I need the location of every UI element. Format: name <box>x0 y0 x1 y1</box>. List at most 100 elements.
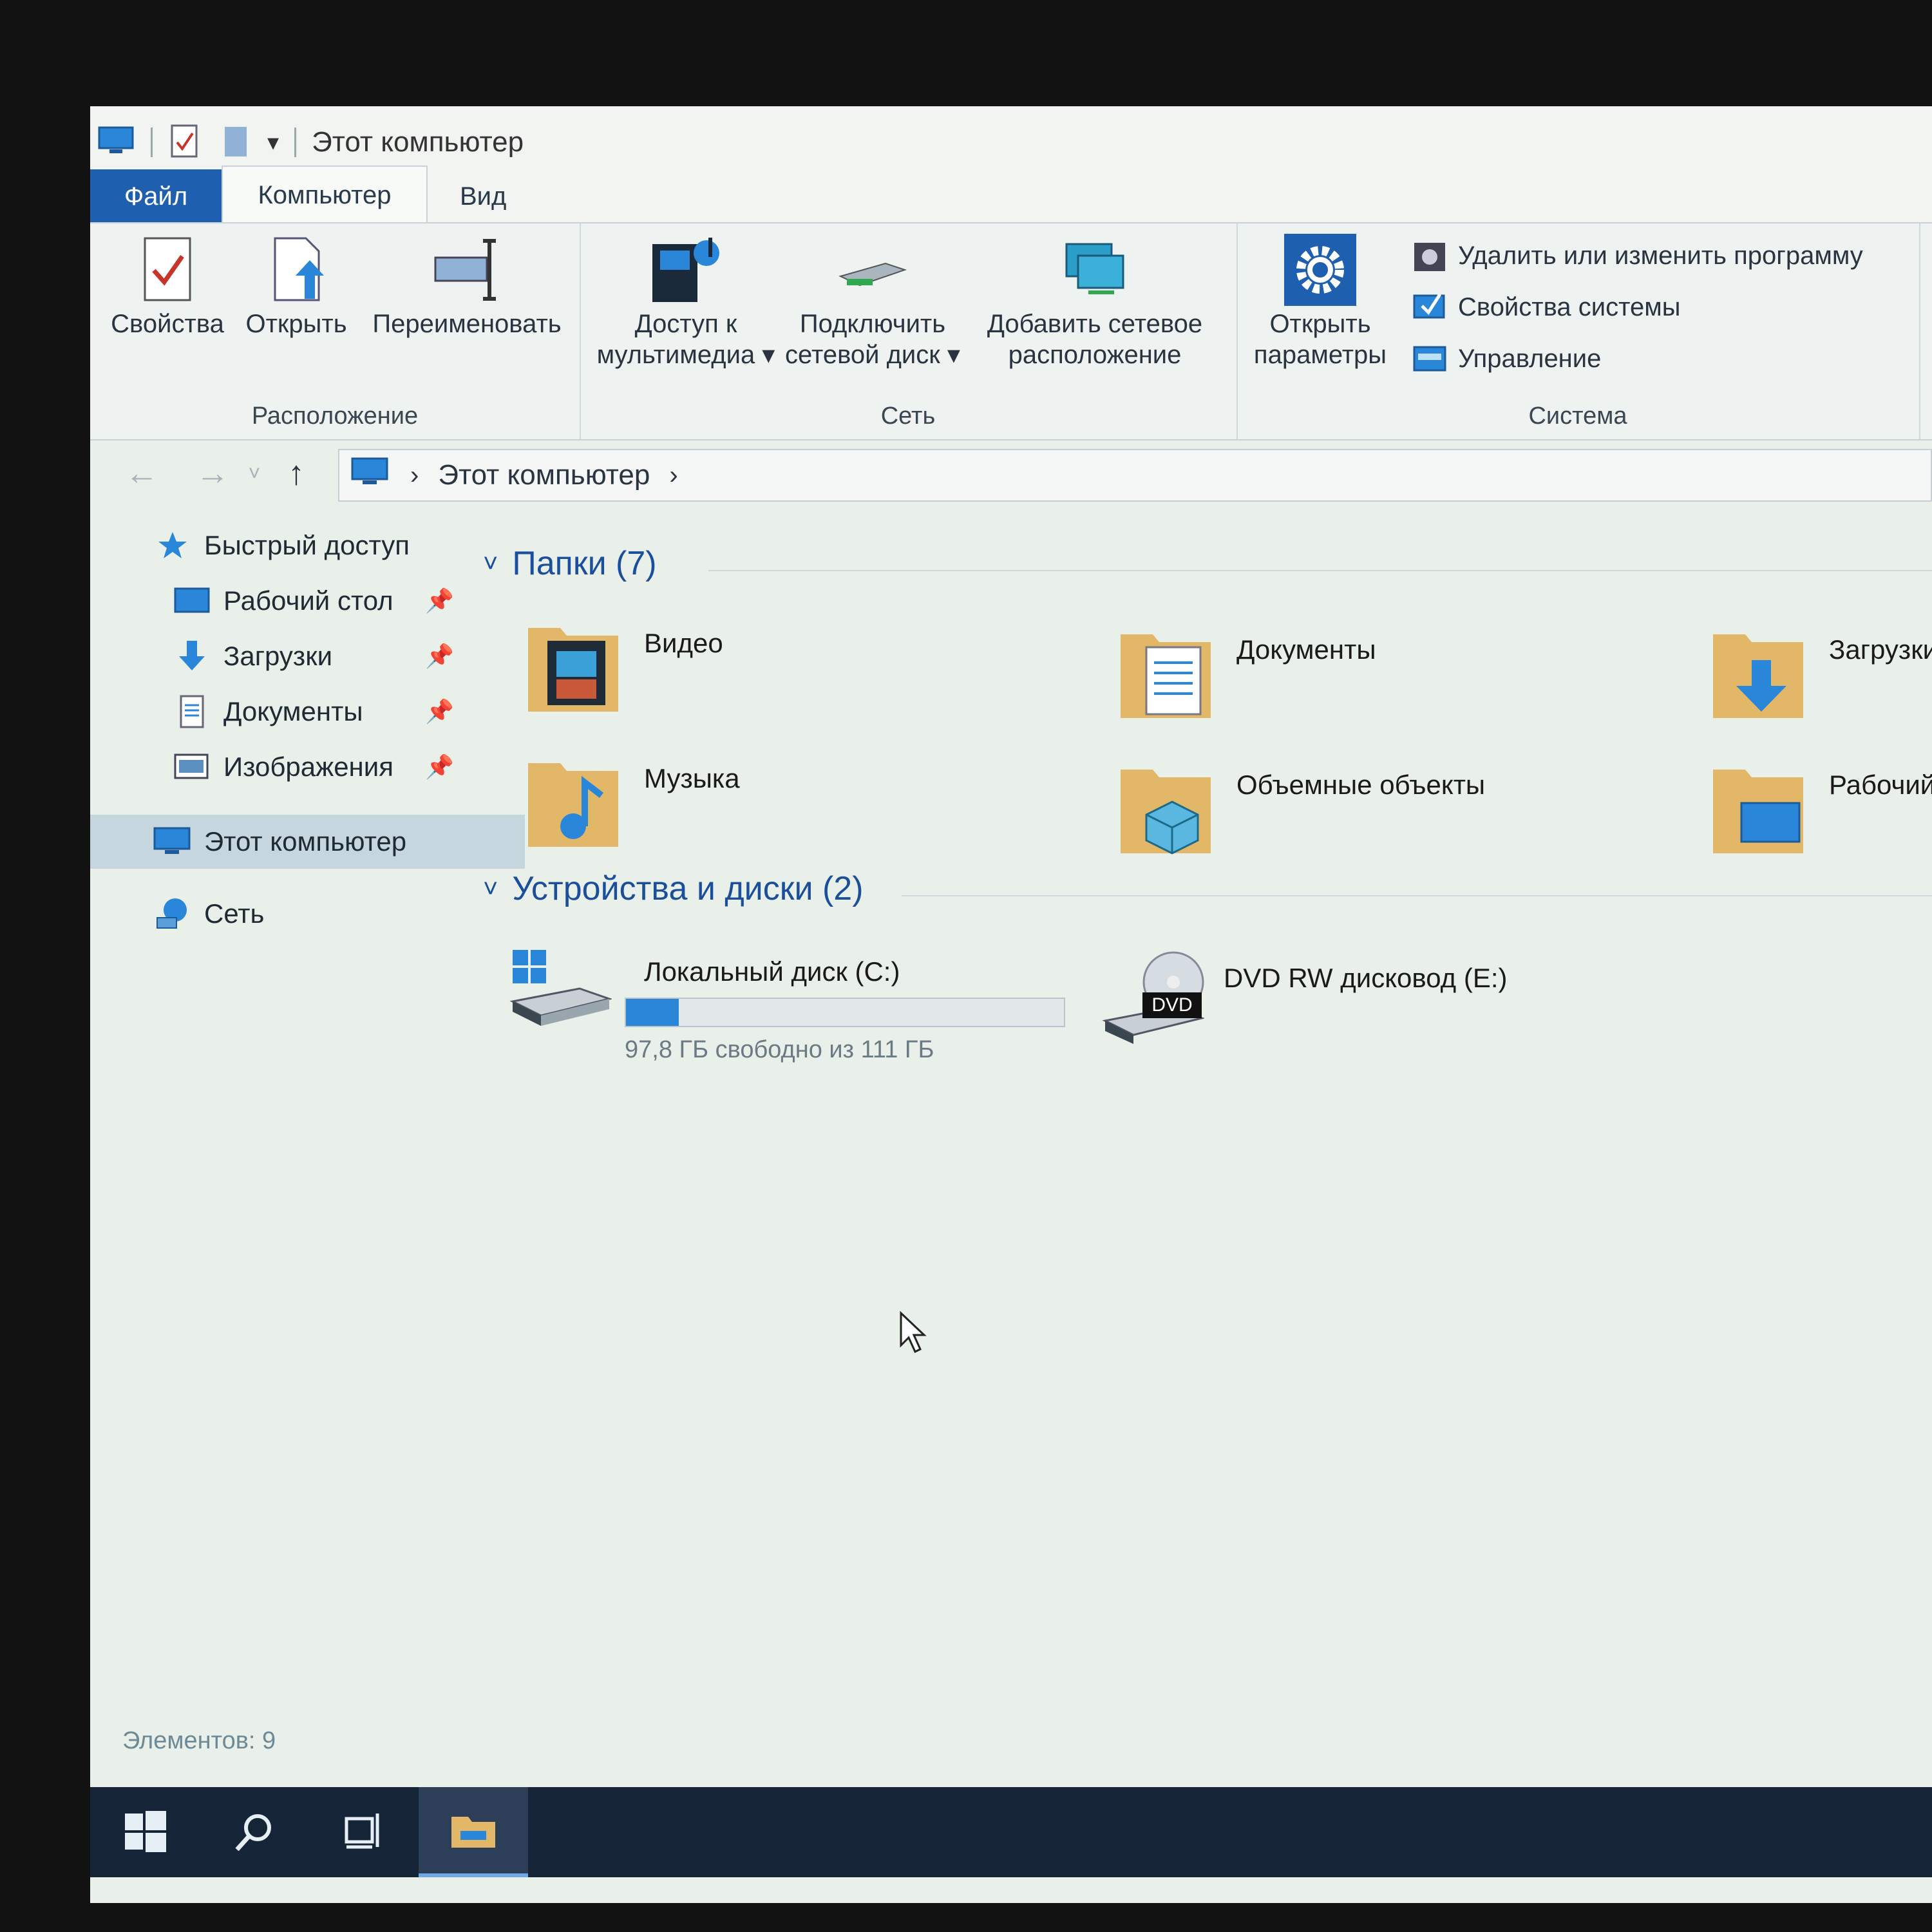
group-label-location: Расположение <box>251 402 419 430</box>
media-server-icon <box>647 231 724 308</box>
mouse-cursor-icon <box>898 1311 931 1359</box>
ribbon-tabs: Файл Компьютер Вид <box>90 166 1932 223</box>
file-explorer-icon <box>451 1817 495 1848</box>
windows-logo-icon <box>125 1811 166 1852</box>
screen: ▾ Этот компьютер Файл Компьютер Вид Свой… <box>90 106 1932 1903</box>
tab-view[interactable]: Вид <box>428 169 538 223</box>
breadcrumb-separator-icon[interactable]: › <box>410 461 419 490</box>
drive-tile-c[interactable]: Локальный диск (C:) 97,8 ГБ свободно из … <box>509 937 1065 1064</box>
folder-tile-documents[interactable]: Документы <box>1114 621 1376 724</box>
this-pc-address-icon <box>350 456 391 495</box>
dvd-drive-icon: DVD <box>1101 943 1206 1046</box>
desktop-folder-icon <box>1707 757 1810 860</box>
rename-icon <box>428 231 506 308</box>
collapse-chevron-icon[interactable]: ˅ <box>483 549 498 578</box>
map-network-drive-button[interactable]: Подключить сетевой диск ▾ <box>779 231 966 370</box>
folder-tile-downloads[interactable]: Загрузки <box>1707 621 1932 724</box>
address-bar-row: ← → ˅ ↑ › Этот компьютер › <box>90 441 1932 506</box>
this-pc-icon <box>151 822 194 861</box>
task-view-icon <box>345 1814 379 1849</box>
gear-icon <box>1282 231 1359 308</box>
collapse-chevron-icon[interactable]: ˅ <box>483 875 498 904</box>
star-icon <box>151 526 194 565</box>
desktop-icon <box>171 582 213 620</box>
downloads-icon <box>171 637 213 676</box>
nav-downloads[interactable]: Загрузки 📌 <box>90 629 544 683</box>
navigation-pane: Быстрый доступ Рабочий стол 📌 Загрузки 📌… <box>90 518 525 1806</box>
system-properties-icon <box>1410 288 1449 327</box>
folder-tile-video[interactable]: Видео <box>522 615 723 718</box>
nav-quick-access[interactable]: Быстрый доступ <box>90 518 525 573</box>
tab-computer[interactable]: Компьютер <box>222 166 428 223</box>
pin-icon[interactable]: 📌 <box>425 698 454 725</box>
manage-button[interactable]: Управление <box>1410 339 1601 378</box>
ribbon-group-system: Открыть параметры Удалить или изменить п… <box>1236 223 1920 439</box>
properties-button[interactable]: Свойства <box>109 231 225 339</box>
breadcrumb-this-pc[interactable]: Этот компьютер <box>438 459 650 491</box>
this-pc-icon <box>97 125 135 160</box>
nav-desktop[interactable]: Рабочий стол 📌 <box>90 574 544 628</box>
arrow-right-icon[interactable]: → <box>187 454 238 493</box>
drive-tile-e[interactable]: DVD DVD RW дисковод (E:) <box>1101 943 1508 1046</box>
section-devices-header[interactable]: ˅ Устройства и диски (2) <box>483 869 864 908</box>
folder-tile-music[interactable]: Музыка <box>522 750 740 853</box>
nav-documents[interactable]: Документы 📌 <box>90 685 544 739</box>
folder-tile-desktop[interactable]: Рабочий стол <box>1707 757 1932 860</box>
section-divider <box>902 895 1932 896</box>
tab-file[interactable]: Файл <box>90 169 222 223</box>
uninstall-icon <box>1410 236 1449 275</box>
task-view-button[interactable] <box>309 1787 419 1877</box>
quick-access-toolbar: ▾ <box>97 123 312 162</box>
capacity-bar <box>625 998 1065 1027</box>
start-button[interactable] <box>90 1787 200 1877</box>
properties-quick-icon[interactable] <box>168 123 200 162</box>
network-drive-icon <box>834 231 911 308</box>
window-title: Этот компьютер <box>312 126 524 158</box>
uninstall-program-button[interactable]: Удалить или изменить программу <box>1410 236 1863 275</box>
documents-icon <box>171 692 213 731</box>
section-folders-header[interactable]: ˅ Папки (7) <box>483 544 657 583</box>
nav-this-pc[interactable]: Этот компьютер <box>90 815 525 869</box>
documents-folder-icon <box>1114 621 1217 724</box>
address-box[interactable]: › Этот компьютер › <box>338 449 1932 502</box>
network-icon <box>151 895 194 933</box>
properties-icon <box>129 231 206 308</box>
status-bar-item-count: Элементов: 9 <box>122 1727 276 1754</box>
new-folder-quick-icon[interactable] <box>220 123 252 162</box>
recent-locations-chevron-icon[interactable]: ˅ <box>238 462 270 486</box>
pin-icon[interactable]: 📌 <box>425 587 454 614</box>
open-icon <box>258 231 335 308</box>
arrow-left-icon[interactable]: ← <box>116 454 167 493</box>
media-access-button[interactable]: Доступ к мультимедиа ▾ <box>592 231 779 370</box>
taskbar <box>90 1787 1932 1877</box>
network-location-icon <box>1056 231 1133 308</box>
ribbon-group-network: Доступ к мультимедиа ▾ Подключить сетево… <box>580 223 1238 439</box>
drive-c-info: Локальный диск (C:) 97,8 ГБ свободно из … <box>625 943 1065 1064</box>
windows-drive-icon <box>509 937 613 1040</box>
open-settings-button[interactable]: Открыть параметры <box>1243 231 1397 370</box>
3d-objects-folder-icon <box>1114 757 1217 860</box>
breadcrumb-chevron-icon[interactable]: › <box>669 461 677 490</box>
music-folder-icon <box>522 750 625 853</box>
rename-button[interactable]: Переименовать <box>367 231 567 339</box>
nav-network[interactable]: Сеть <box>90 887 525 941</box>
group-label-network: Сеть <box>880 402 936 430</box>
ribbon-group-location: Свойства Открыть Переименовать Расположе… <box>90 223 581 439</box>
pin-icon[interactable]: 📌 <box>425 643 454 670</box>
customize-dropdown-icon[interactable]: ▾ <box>267 129 279 156</box>
taskbar-file-explorer-button[interactable] <box>419 1787 528 1877</box>
arrow-up-icon[interactable]: ↑ <box>270 454 322 493</box>
computer-management-icon <box>1410 339 1449 378</box>
svg-text:DVD: DVD <box>1151 994 1192 1016</box>
nav-pictures[interactable]: Изображения 📌 <box>90 740 544 794</box>
video-folder-icon <box>522 615 625 718</box>
add-network-location-button[interactable]: Добавить сетевое расположение <box>966 231 1224 370</box>
pin-icon[interactable]: 📌 <box>425 753 454 781</box>
pictures-icon <box>171 748 213 786</box>
open-button[interactable]: Открыть <box>238 231 354 339</box>
folder-tile-3d-objects[interactable]: Объемные объекты <box>1114 757 1485 860</box>
search-icon <box>235 1814 271 1852</box>
capacity-bar-fill <box>626 999 679 1026</box>
system-properties-button[interactable]: Свойства системы <box>1410 288 1680 327</box>
search-button[interactable] <box>200 1787 309 1877</box>
